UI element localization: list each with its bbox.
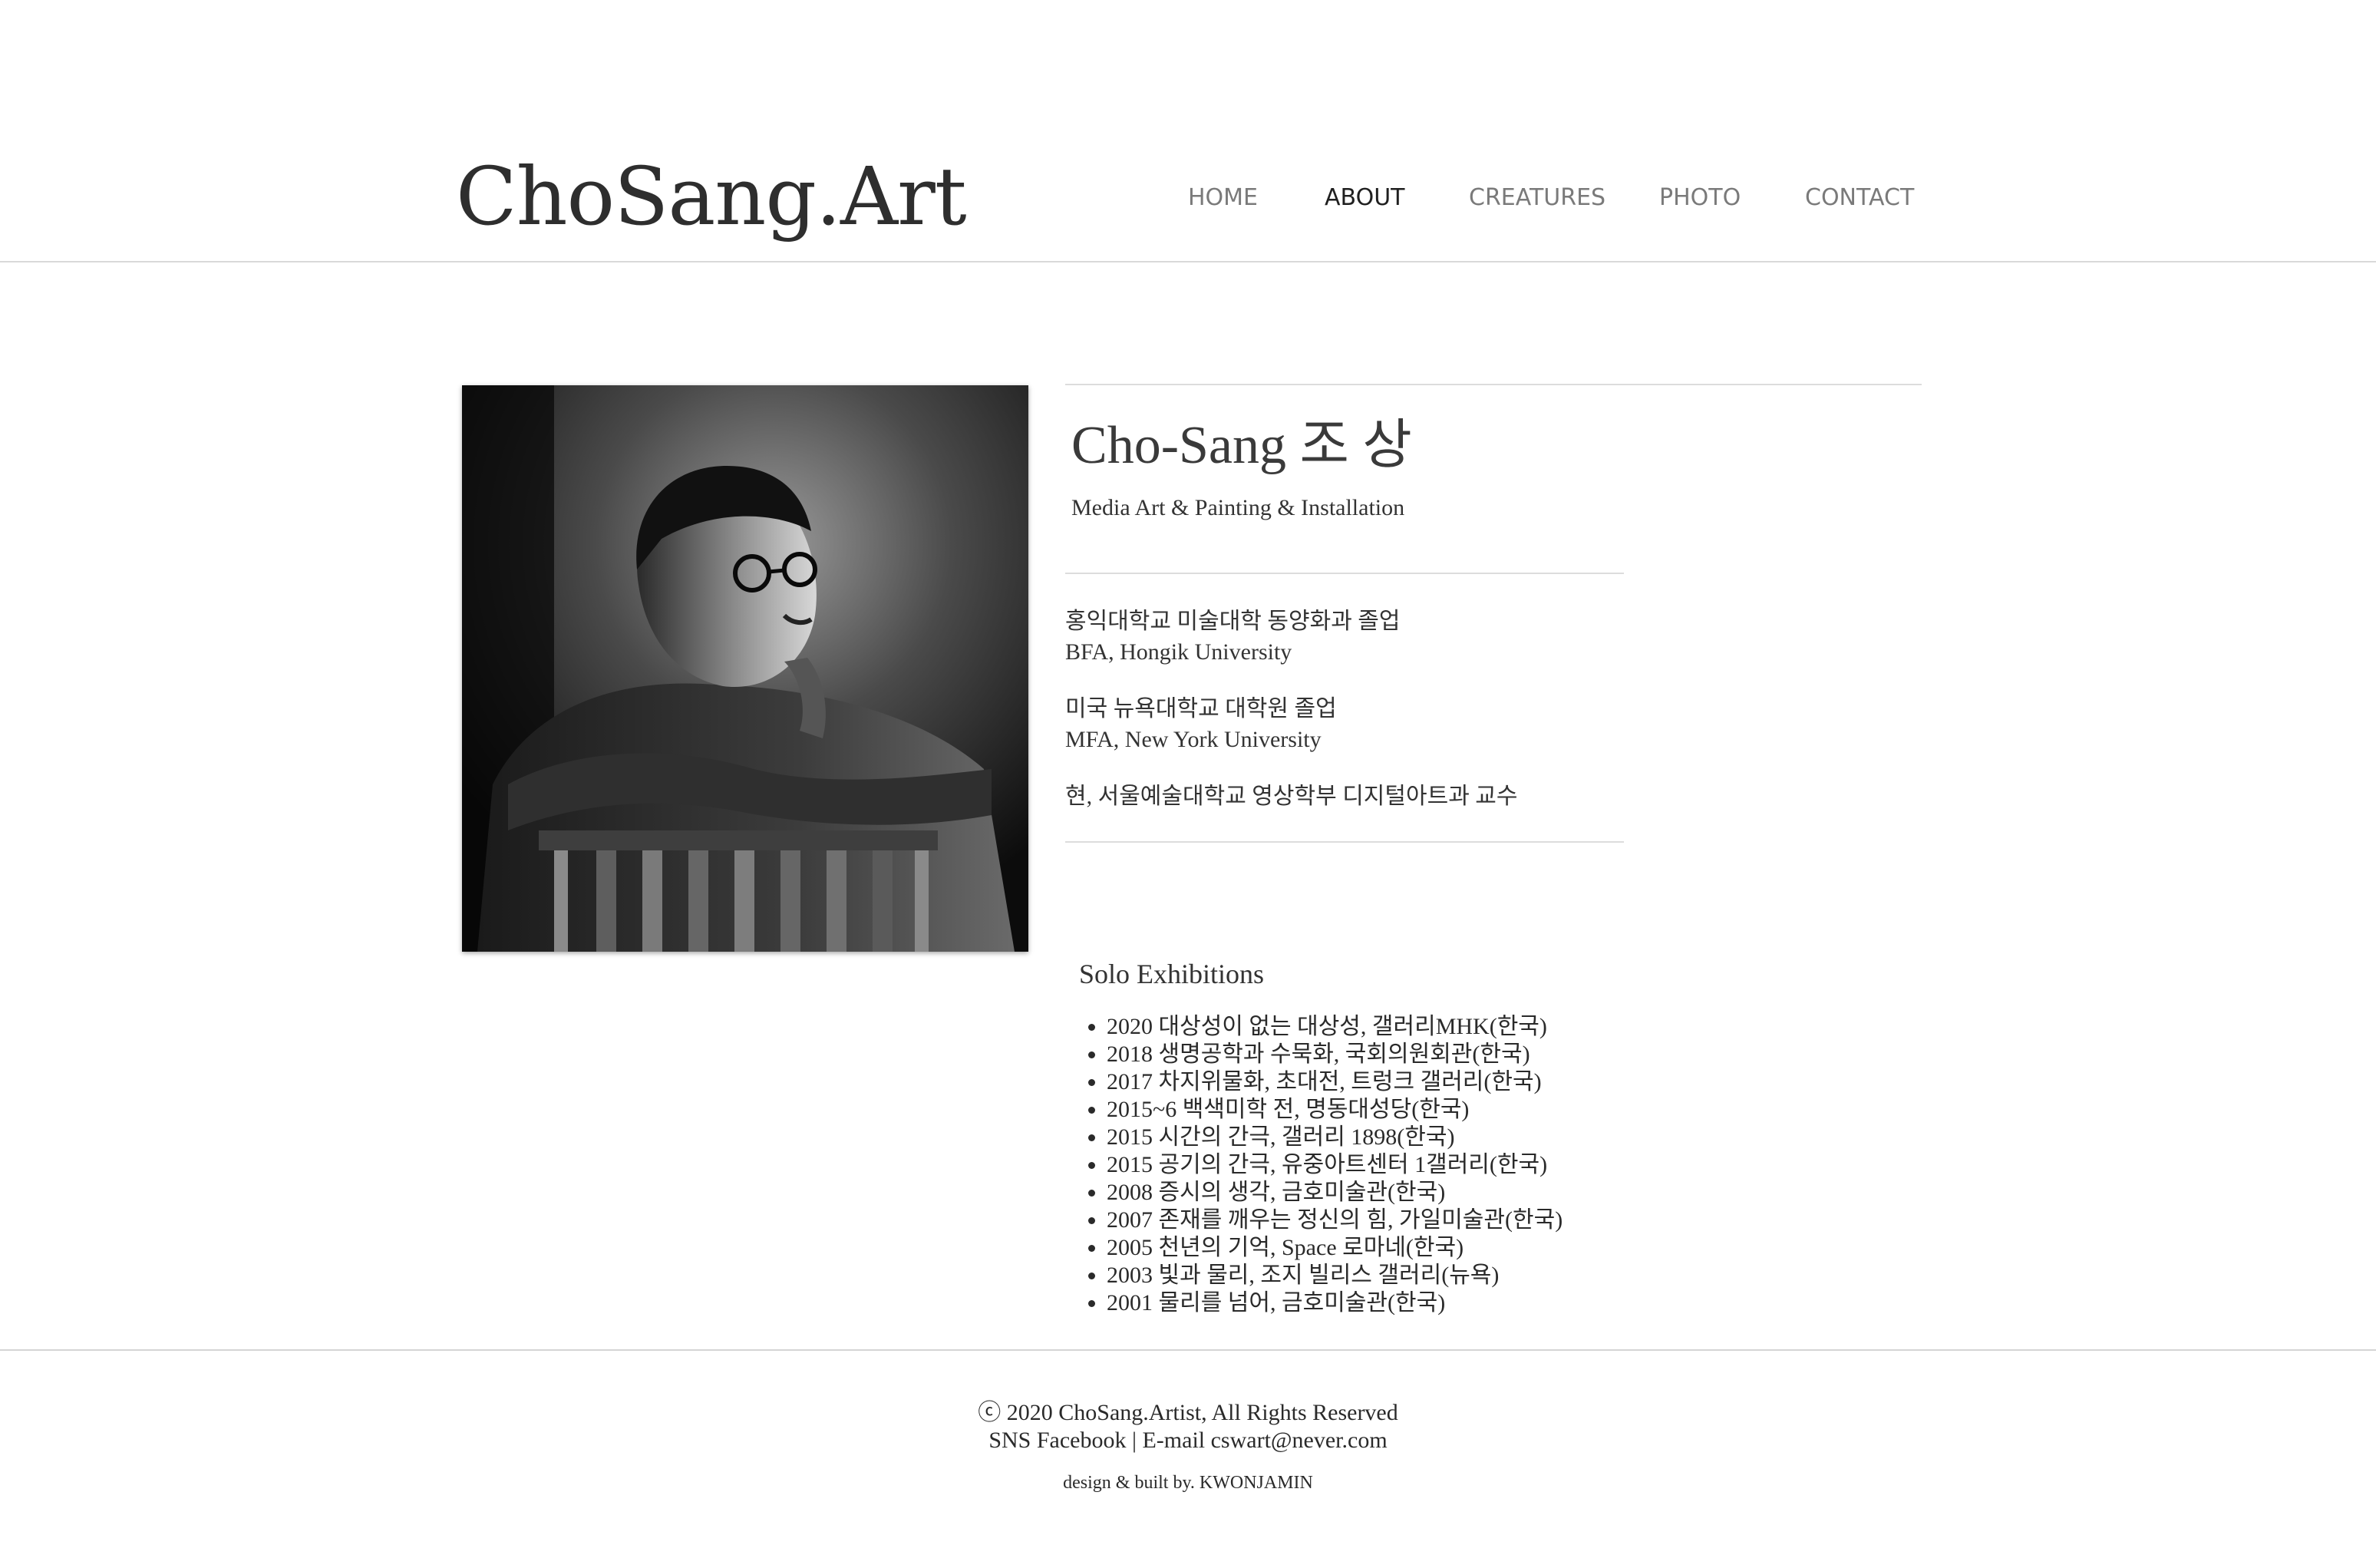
site-logo[interactable]: ChoSang.Art <box>456 143 967 250</box>
education-korean-1: 홍익대학교 미술대학 동양화과 졸업 <box>1065 609 1401 634</box>
exhibition-item: 2015 시간의 간극, 갤러리 1898(한국) <box>1107 1124 1563 1151</box>
divider-top <box>1065 384 1922 385</box>
exhibition-item: 2007 존재를 깨우는 정신의 힘, 가일미술관(한국) <box>1107 1207 1563 1234</box>
footer-copyright: ⓒ 2020 ChoSang.Artist, All Rights Reserv… <box>978 1400 1398 1425</box>
divider-bio-top <box>1065 573 1624 574</box>
exhibition-item: 2015~6 백색미학 전, 명동대성당(한국) <box>1107 1096 1563 1124</box>
footer-credit: design & built by. KWONJAMIN <box>1063 1473 1313 1493</box>
site-header: ChoSang.Art HOME ABOUT CREATURES PHOTO C… <box>0 0 2376 262</box>
education-english-2: MFA, New York University <box>1065 727 1322 752</box>
exhibition-item: 2018 생명공학과 수묵화, 국회의원회관(한국) <box>1107 1041 1563 1068</box>
nav-creatures[interactable]: CREATURES <box>1469 184 1605 211</box>
exhibition-item: 2003 빛과 물리, 조지 빌리스 갤러리(뉴욕) <box>1107 1262 1563 1289</box>
nav-home[interactable]: HOME <box>1188 184 1258 211</box>
footer-divider <box>0 1349 2376 1351</box>
artist-disciplines: Media Art & Painting & Installation <box>1071 495 1405 520</box>
artist-name: Cho-Sang 조 상 <box>1071 416 1412 475</box>
divider-bio-bottom <box>1065 841 1624 843</box>
nav-photo[interactable]: PHOTO <box>1659 184 1741 211</box>
exhibition-item: 2015 공기의 간극, 유중아트센터 1갤러리(한국) <box>1107 1151 1563 1179</box>
exhibition-item: 2008 증시의 생각, 금호미술관(한국) <box>1107 1179 1563 1207</box>
exhibition-item: 2017 차지위물화, 초대전, 트렁크 갤러리(한국) <box>1107 1068 1563 1096</box>
exhibition-item: 2005 천년의 기억, Space 로마네(한국) <box>1107 1234 1563 1262</box>
exhibition-item: 2020 대상성이 없는 대상성, 갤러리MHK(한국) <box>1107 1013 1563 1041</box>
artist-portrait <box>462 385 1028 952</box>
footer-contact[interactable]: SNS Facebook | E-mail cswart@never.com <box>0 1426 2376 1455</box>
solo-exhibitions-list: 2020 대상성이 없는 대상성, 갤러리MHK(한국) 2018 생명공학과 … <box>1079 1013 1563 1317</box>
nav-contact[interactable]: CONTACT <box>1805 184 1914 211</box>
current-position: 현, 서울예술대학교 영상학부 디지털아트과 교수 <box>1065 784 1518 809</box>
solo-exhibitions-title: Solo Exhibitions <box>1079 959 1265 989</box>
exhibition-item: 2001 물리를 넘어, 금호미술관(한국) <box>1107 1289 1563 1317</box>
portrait-image <box>462 385 1028 952</box>
education-english-1: BFA, Hongik University <box>1065 639 1292 665</box>
nav-about[interactable]: ABOUT <box>1325 184 1404 211</box>
education-korean-2: 미국 뉴욕대학교 대학원 졸업 <box>1065 696 1337 721</box>
